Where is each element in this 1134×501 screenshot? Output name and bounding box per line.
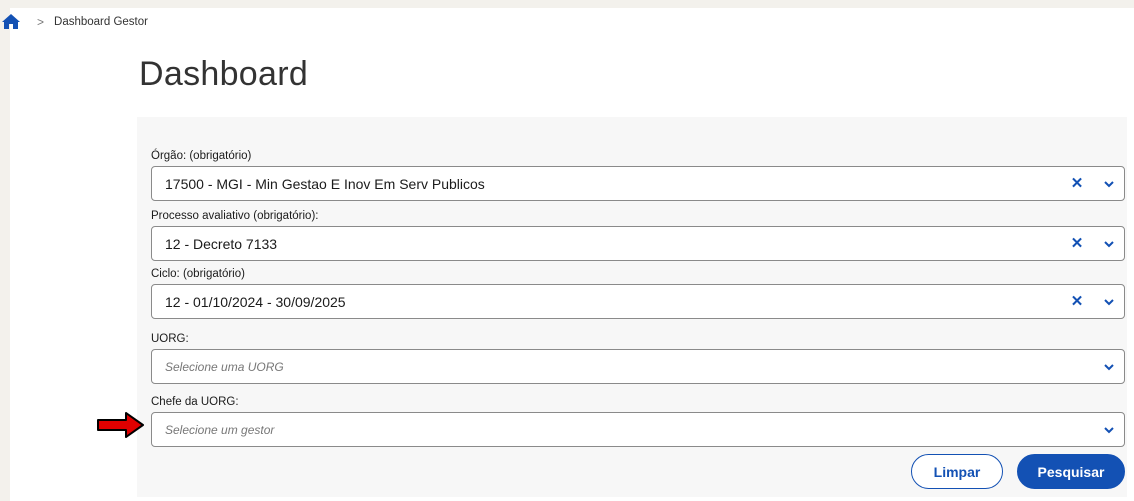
- search-button[interactable]: Pesquisar: [1017, 454, 1125, 489]
- ciclo-field: Ciclo: (obrigatório) 12 - 01/10/2024 - 3…: [151, 266, 1125, 319]
- uorg-select[interactable]: Selecione uma UORG: [151, 349, 1125, 384]
- clear-button[interactable]: Limpar: [911, 454, 1003, 489]
- home-icon[interactable]: [1, 13, 21, 31]
- chevron-down-icon[interactable]: [1102, 423, 1116, 437]
- ciclo-label: Ciclo: (obrigatório): [151, 268, 245, 280]
- chevron-down-icon[interactable]: [1102, 360, 1116, 374]
- breadcrumb-current[interactable]: Dashboard Gestor: [54, 16, 148, 28]
- orgao-value: 17500 - MGI - Min Gestao E Inov Em Serv …: [165, 175, 485, 192]
- chefe-select[interactable]: Selecione um gestor: [151, 412, 1125, 447]
- ciclo-value: 12 - 01/10/2024 - 30/09/2025: [165, 293, 346, 310]
- uorg-placeholder: Selecione uma UORG: [165, 359, 284, 374]
- ciclo-select[interactable]: 12 - 01/10/2024 - 30/09/2025 ✕: [151, 284, 1125, 319]
- clear-icon[interactable]: ✕: [1070, 294, 1084, 310]
- orgao-select[interactable]: 17500 - MGI - Min Gestao E Inov Em Serv …: [151, 166, 1125, 201]
- processo-value: 12 - Decreto 7133: [165, 235, 278, 252]
- processo-field: Processo avaliativo (obrigatório): 12 - …: [151, 208, 1125, 261]
- clear-icon[interactable]: ✕: [1070, 176, 1084, 192]
- annotation-arrow-icon: [96, 411, 146, 439]
- orgao-label: Órgão: (obrigatório): [151, 150, 252, 162]
- page-title: Dashboard: [139, 55, 309, 93]
- processo-label: Processo avaliativo (obrigatório):: [151, 210, 319, 222]
- uorg-label: UORG:: [151, 333, 189, 345]
- clear-icon[interactable]: ✕: [1070, 236, 1084, 252]
- processo-select[interactable]: 12 - Decreto 7133 ✕: [151, 226, 1125, 261]
- chevron-down-icon[interactable]: [1102, 295, 1116, 309]
- chefe-field: Chefe da UORG: Selecione um gestor: [151, 394, 1125, 447]
- chevron-down-icon[interactable]: [1102, 177, 1116, 191]
- filter-card: Órgão: (obrigatório) 17500 - MGI - Min G…: [137, 117, 1127, 497]
- chefe-label: Chefe da UORG:: [151, 396, 239, 408]
- chevron-down-icon[interactable]: [1102, 237, 1116, 251]
- breadcrumb-separator: >: [37, 15, 45, 29]
- orgao-field: Órgão: (obrigatório) 17500 - MGI - Min G…: [151, 148, 1125, 201]
- uorg-field: UORG: Selecione uma UORG: [151, 331, 1125, 384]
- breadcrumb: > Dashboard Gestor: [0, 12, 148, 32]
- chefe-placeholder: Selecione um gestor: [165, 422, 275, 437]
